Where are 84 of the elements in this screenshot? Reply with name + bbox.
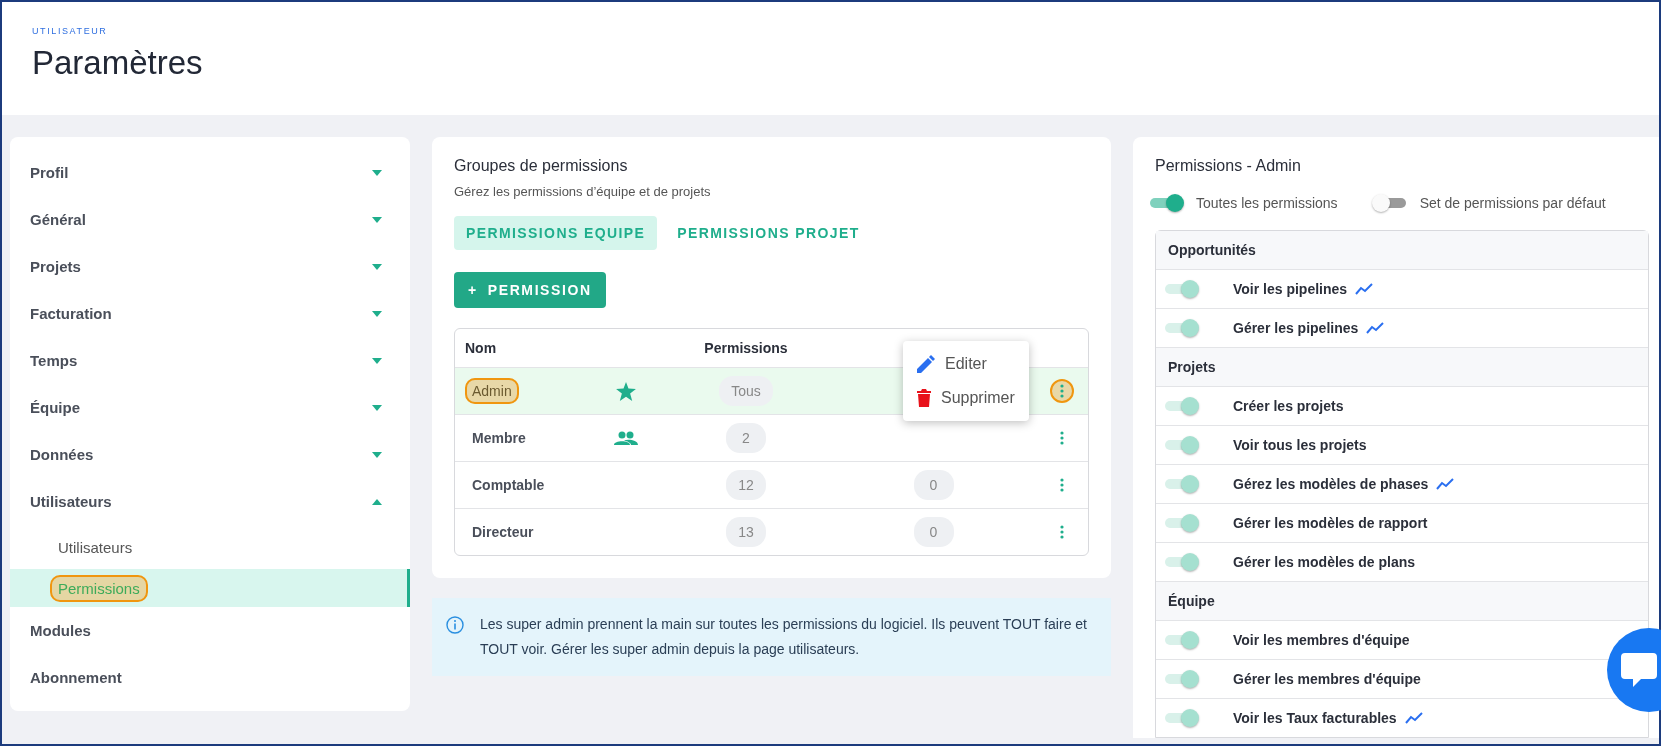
breadcrumb: UTILISATEUR: [32, 26, 109, 36]
caret-icon: [372, 169, 382, 176]
caret-icon: [372, 357, 382, 364]
more-icon: [1060, 525, 1064, 539]
info-icon: [446, 616, 464, 634]
toggle-switch[interactable]: [1163, 552, 1199, 572]
group-name: Admin: [465, 378, 519, 404]
trend-icon: [1366, 322, 1385, 334]
toggle-switch[interactable]: [1163, 708, 1199, 728]
more-icon: [1060, 384, 1064, 398]
toggle-switch[interactable]: [1163, 279, 1199, 299]
trend-icon: [1404, 712, 1423, 724]
pencil-icon: [917, 355, 935, 373]
toggle-switch[interactable]: [1371, 193, 1408, 213]
sidebar-item[interactable]: Profil: [30, 164, 69, 181]
menu-item[interactable]: Supprimer: [903, 381, 1029, 415]
section-header: Équipe: [1168, 593, 1215, 609]
more-menu-button[interactable]: [1050, 379, 1074, 403]
switch-label: Toutes les permissions: [1196, 195, 1338, 211]
trend-icon: [1355, 283, 1374, 295]
subitem-label: Utilisateurs: [57, 537, 134, 558]
column-header: Permissions: [704, 340, 788, 356]
subitem-label: Permissions: [50, 574, 148, 602]
caret-icon: [372, 263, 382, 270]
table-row[interactable]: Comptable 12 0: [455, 461, 1088, 508]
star-icon: [616, 381, 636, 401]
panel-title: Permissions - Admin: [1155, 157, 1302, 175]
permission-label: Gérer les pipelines: [1233, 320, 1359, 336]
toggle-switch[interactable]: [1163, 669, 1199, 689]
switch-label: Set de permissions par défaut: [1419, 195, 1606, 211]
toggle-switch[interactable]: [1163, 435, 1199, 455]
sidebar-item[interactable]: Projets: [30, 258, 81, 275]
toggle-switch[interactable]: [1163, 474, 1199, 494]
permissions-count: 13: [726, 517, 766, 547]
caret-icon: [372, 498, 382, 505]
permission-label: Voir les membres d'équipe: [1233, 632, 1410, 648]
sidebar-item[interactable]: Utilisateurs: [30, 493, 112, 510]
section-header: Opportunités: [1168, 242, 1256, 258]
toggle-switch[interactable]: [1148, 193, 1184, 213]
card-title: Groupes de permissions: [454, 157, 629, 175]
permissions-count: 12: [726, 470, 766, 500]
sidebar-item[interactable]: Abonnement: [30, 669, 122, 686]
users-count: 0: [913, 517, 954, 547]
page-title: Paramètres: [32, 44, 204, 82]
caret-icon: [372, 451, 382, 458]
permissions-count: 2: [726, 423, 766, 453]
users-count: 0: [913, 470, 954, 500]
chat-icon: [1619, 651, 1659, 689]
card-subtitle: Gérez les permissions d’équipe et de projets: [454, 184, 712, 199]
info-text: Les super admin prennent la main sur toutes les permissions du logiciel. Ils peuvent TOUT faire et TOUT voir. Gérer les super admin depuis la page utilisateurs.: [480, 615, 1088, 659]
caret-icon: [372, 404, 382, 411]
sidebar-item[interactable]: Données: [30, 446, 94, 463]
group-name: Directeur: [471, 523, 535, 542]
toggle-switch[interactable]: [1163, 318, 1199, 338]
group-icon: [614, 431, 638, 445]
permission-label: Voir les Taux facturables: [1233, 710, 1397, 726]
permission-label: Gérez les modèles de phases: [1233, 476, 1429, 492]
toggle-switch[interactable]: [1163, 513, 1199, 533]
sidebar-subitem[interactable]: Utilisateurs: [10, 525, 410, 569]
table-row[interactable]: Directeur 13 0: [455, 508, 1088, 555]
toggle-switch[interactable]: [1163, 630, 1199, 650]
permission-label: Voir les pipelines: [1233, 281, 1348, 297]
trend-icon: [1436, 478, 1455, 490]
trash-icon: [917, 389, 931, 407]
sidebar-item[interactable]: Modules: [30, 622, 91, 639]
sidebar-item[interactable]: Temps: [30, 352, 78, 369]
permission-label: Gérer les modèles de rapport: [1233, 515, 1428, 531]
permission-label: Voir tous les projets: [1233, 437, 1367, 453]
sidebar-item[interactable]: Équipe: [30, 399, 80, 416]
sidebar-item[interactable]: Général: [30, 211, 86, 228]
caret-icon: [372, 216, 382, 223]
permissions-count: Tous: [719, 376, 773, 406]
group-name: Membre: [471, 429, 527, 448]
column-header: Nom: [464, 340, 498, 356]
group-name: Comptable: [471, 476, 546, 495]
sidebar-item[interactable]: Facturation: [30, 305, 112, 322]
permission-label: Gérer les modèles de plans: [1233, 554, 1416, 570]
more-icon: [1060, 478, 1064, 492]
toggle-switch[interactable]: [1163, 396, 1199, 416]
permission-label: Créer les projets: [1233, 398, 1344, 414]
caret-icon: [372, 310, 382, 317]
section-header: Projets: [1168, 359, 1216, 375]
more-icon: [1060, 431, 1064, 445]
permission-label: Gérer les membres d'équipe: [1233, 671, 1421, 687]
